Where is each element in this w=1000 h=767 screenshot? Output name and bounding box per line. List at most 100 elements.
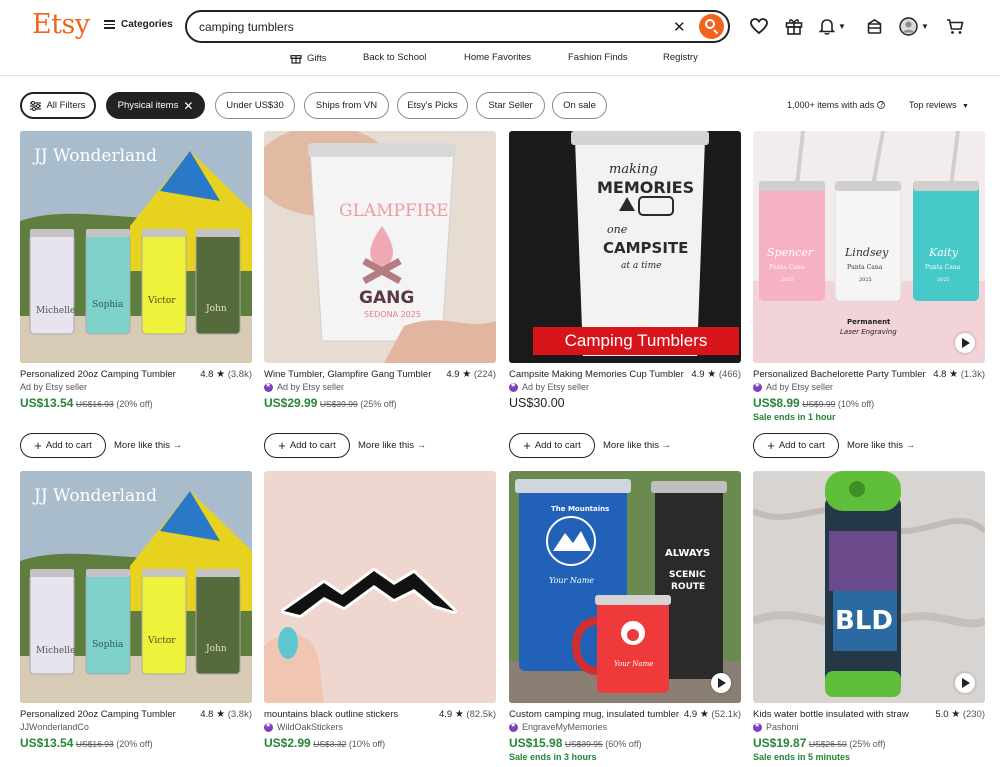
account-button[interactable]: ▼: [899, 15, 929, 37]
plus-icon: +: [34, 438, 42, 453]
subnav-fashion-finds[interactable]: Fashion Finds: [568, 52, 628, 63]
star-icon: ★: [949, 369, 959, 380]
hamburger-icon: [104, 20, 115, 29]
gifts-button[interactable]: [785, 15, 803, 37]
listing-title[interactable]: Personalized 20oz Camping Tumbler: [20, 709, 200, 720]
arrow-right-icon: →: [416, 440, 427, 451]
star-icon: ★: [707, 369, 717, 380]
listing-image[interactable]: Spencer Lindsey Kaity Punta Cana Punta C…: [753, 131, 985, 363]
arrow-right-icon: →: [661, 440, 672, 451]
add-to-cart-button[interactable]: + Add to cart: [264, 433, 350, 458]
listing-title[interactable]: Personalized Bachelorette Party Tumbler: [753, 369, 933, 380]
subnav-home-favorites[interactable]: Home Favorites: [464, 52, 531, 63]
star-seller-icon: [264, 381, 273, 392]
categories-button[interactable]: Categories: [104, 19, 173, 30]
svg-text:Sophia: Sophia: [92, 300, 124, 310]
add-to-cart-button[interactable]: + Add to cart: [20, 433, 106, 458]
info-icon[interactable]: ?: [877, 101, 886, 109]
close-icon[interactable]: ✕: [183, 99, 193, 113]
all-filters-button[interactable]: All Filters: [20, 92, 96, 119]
svg-text:John: John: [205, 304, 227, 314]
listing-image[interactable]: JJ Wonderland Michelle Sophia Victor Joh…: [20, 471, 252, 703]
listing-title[interactable]: Custom camping mug, insulated tumbler: [509, 709, 689, 720]
search-button[interactable]: [699, 14, 724, 39]
listing-rating: 4.9 ★ (466): [691, 369, 741, 380]
play-video-icon[interactable]: [955, 333, 975, 353]
play-video-icon[interactable]: [711, 673, 731, 693]
listing-price: US$30.00: [509, 396, 565, 410]
more-like-this-link[interactable]: More like this →: [114, 440, 182, 451]
bell-icon: [819, 18, 835, 35]
listing-image[interactable]: BLD: [753, 471, 985, 703]
search-input[interactable]: [199, 17, 659, 36]
categories-label: Categories: [121, 19, 173, 30]
sale-countdown: Sale ends in 3 hours: [509, 752, 597, 762]
listing-image[interactable]: GLAMPFIRE GANG SEDONA 2025: [264, 131, 496, 363]
add-to-cart-button[interactable]: + Add to cart: [509, 433, 595, 458]
svg-text:Your Name: Your Name: [614, 660, 653, 668]
listing-seller[interactable]: Pashoni: [753, 721, 799, 732]
listing-seller[interactable]: JJWonderlandCo: [20, 722, 89, 732]
listing-card: mountains black outline stickers 4.9 ★ (…: [264, 471, 496, 767]
svg-text:GLAMPFIRE: GLAMPFIRE: [339, 201, 449, 221]
listing-rating: 4.8 ★ (1.3k): [933, 369, 985, 380]
more-like-this-link[interactable]: More like this →: [603, 440, 671, 451]
promo-banner: Camping Tumblers: [533, 327, 739, 355]
listing-image[interactable]: JJ Wonderland Michelle Sophia Victor Joh…: [20, 131, 252, 363]
listing-price: US$15.98 US$39.95 (60% off): [509, 736, 642, 750]
listing-card: making MEMORIES one CAMPSITE at a time C…: [509, 131, 741, 461]
svg-text:Victor: Victor: [147, 296, 176, 306]
listing-image[interactable]: [264, 471, 496, 703]
notifications-button[interactable]: ▼: [819, 15, 846, 37]
more-like-this-link[interactable]: More like this →: [847, 440, 915, 451]
svg-text:John: John: [205, 644, 227, 654]
subnav-back-to-school[interactable]: Back to School: [363, 52, 426, 63]
listing-card: JJ Wonderland Michelle Sophia Victor Joh…: [20, 131, 252, 461]
listing-title[interactable]: Personalized 20oz Camping Tumbler: [20, 369, 200, 380]
listing-title[interactable]: mountains black outline stickers: [264, 709, 444, 720]
on-sale-chip[interactable]: On sale: [552, 92, 607, 119]
star-icon: ★: [462, 369, 472, 380]
svg-text:Punta Cana: Punta Cana: [769, 264, 805, 271]
svg-text:ALWAYS: ALWAYS: [665, 548, 710, 559]
listing-price: US$19.87 US$26.50 (25% off): [753, 736, 886, 750]
more-like-this-link[interactable]: More like this →: [358, 440, 426, 451]
play-video-icon[interactable]: [955, 673, 975, 693]
svg-text:Lindsey: Lindsey: [844, 246, 889, 259]
listing-rating: 4.9 ★ (82.5k): [438, 709, 496, 720]
favorites-button[interactable]: [750, 15, 768, 37]
listing-seller[interactable]: WildOakStickers: [264, 721, 343, 732]
star-seller-chip[interactable]: Star Seller: [476, 92, 545, 119]
sort-dropdown[interactable]: Top reviews ▼: [909, 100, 969, 110]
listing-image[interactable]: The Mountains Your Name ALWAYS SCENIC RO…: [509, 471, 741, 703]
search-bar: ✕: [185, 10, 730, 43]
listing-seller[interactable]: EngraveMyMemories: [509, 721, 607, 732]
star-seller-icon: [509, 381, 518, 392]
listing-image[interactable]: making MEMORIES one CAMPSITE at a time C…: [509, 131, 741, 363]
etsy-logo[interactable]: Etsy: [32, 9, 90, 40]
registry-button[interactable]: [866, 15, 883, 37]
site-header: Etsy Categories ✕ ▼ ▼ Gifts Back to Scho: [0, 0, 1000, 76]
star-icon: ★: [951, 709, 961, 720]
heart-icon: [750, 18, 768, 34]
subnav-gifts[interactable]: Gifts: [290, 52, 327, 64]
listing-title[interactable]: Kids water bottle insulated with straw: [753, 709, 933, 720]
subnav-registry[interactable]: Registry: [663, 52, 698, 63]
registry-icon: [867, 18, 882, 34]
under-30-chip[interactable]: Under US$30: [215, 92, 295, 119]
listing-title[interactable]: Campsite Making Memories Cup Tumbler: [509, 369, 689, 380]
add-to-cart-button[interactable]: + Add to cart: [753, 433, 839, 458]
svg-text:BLD: BLD: [835, 606, 893, 636]
clear-search-icon[interactable]: ✕: [673, 18, 686, 36]
physical-items-chip[interactable]: Physical items ✕: [106, 92, 205, 119]
listing-seller: Ad by Etsy seller: [509, 381, 589, 392]
etsys-picks-chip[interactable]: Etsy's Picks: [397, 92, 468, 119]
listing-title[interactable]: Wine Tumbler, Glampfire Gang Tumbler: [264, 369, 444, 380]
results-count: 1,000+ items with ads ?: [787, 100, 886, 110]
gift-icon: [785, 18, 803, 35]
svg-text:Victor: Victor: [147, 636, 176, 646]
svg-text:2025: 2025: [859, 277, 872, 283]
ships-from-vn-chip[interactable]: Ships from VN: [304, 92, 389, 119]
listing-seller: Ad by Etsy seller: [753, 381, 833, 392]
cart-button[interactable]: [946, 15, 964, 37]
